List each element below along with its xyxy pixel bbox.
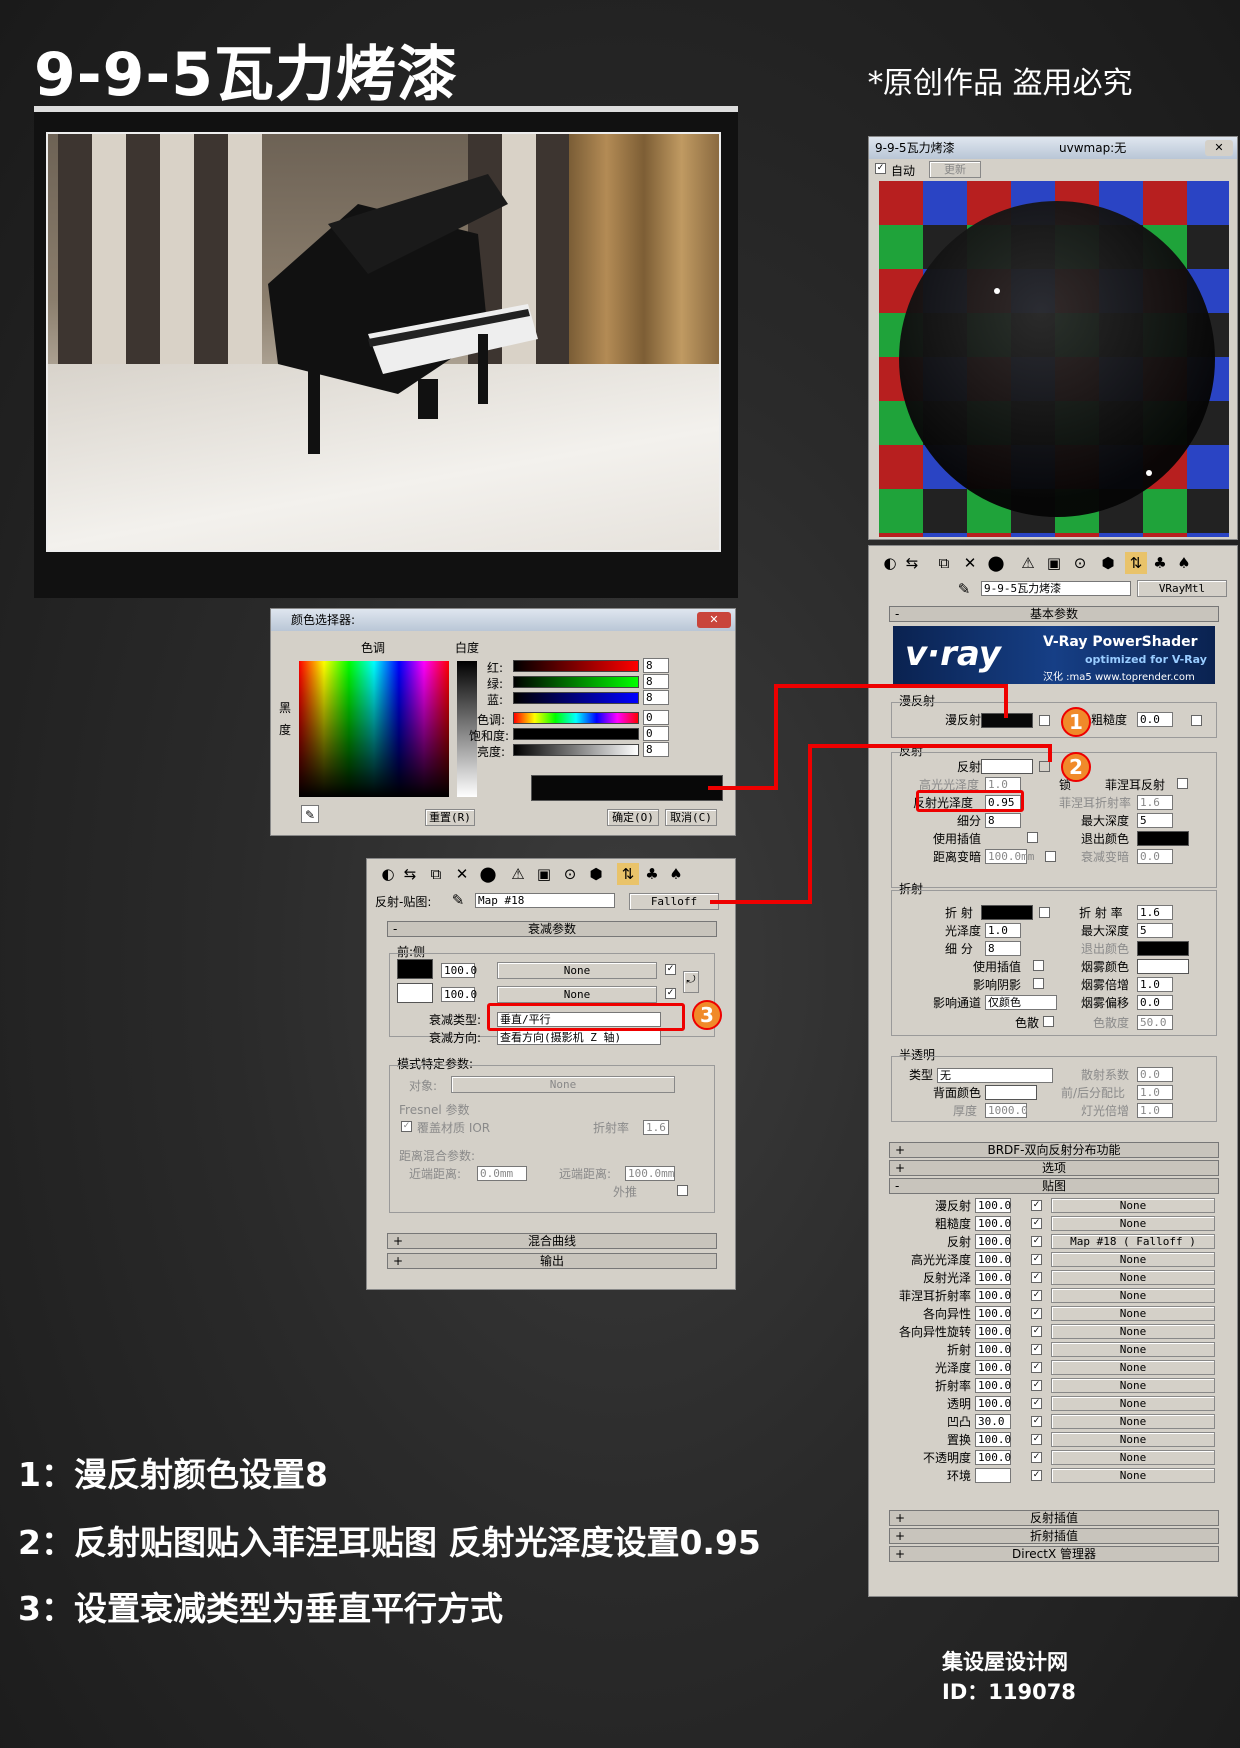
badge-3: 3: [692, 1000, 722, 1030]
falloff-type-highlight: [487, 1003, 685, 1031]
badge-2: 2: [1061, 752, 1091, 782]
badge-1: 1: [1061, 707, 1091, 737]
footer-id: ID：119078: [942, 1680, 1076, 1704]
step-3-text: 3：设置衰减类型为垂直平行方式: [18, 1589, 503, 1628]
footer-site: 集设屋设计网: [942, 1650, 1068, 1674]
step-1-text: 1：漫反射颜色设置8: [18, 1455, 328, 1494]
refl-gloss-highlight: [916, 790, 1024, 812]
step-2-text: 2：反射贴图贴入菲涅耳贴图 反射光泽度设置0.95: [18, 1523, 761, 1562]
